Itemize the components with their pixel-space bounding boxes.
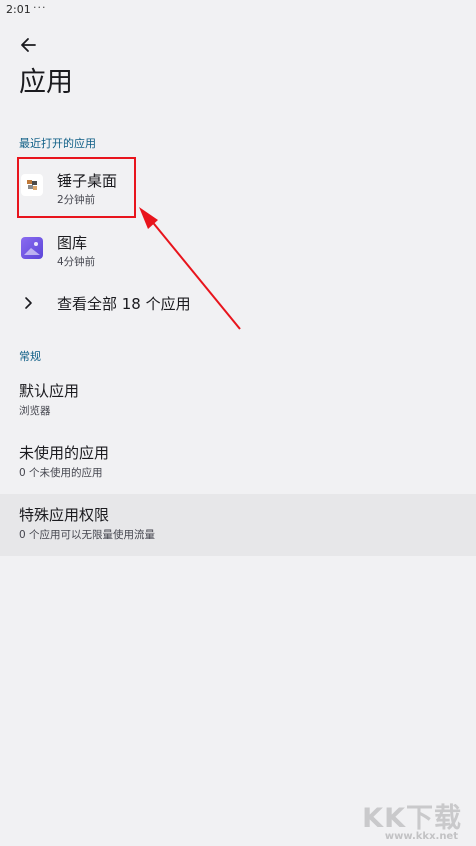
recent-app-item[interactable]: 锤子桌面 2分钟前 [0, 158, 476, 218]
watermark: KK下载 www.kkx.net [340, 796, 462, 842]
unused-apps-item[interactable]: 未使用的应用 0 个未使用的应用 [0, 432, 476, 494]
app-last-used: 4分钟前 [57, 256, 96, 268]
page-title: 应用 [19, 67, 73, 98]
pref-title: 特殊应用权限 [19, 506, 110, 524]
pref-title: 未使用的应用 [19, 444, 110, 462]
smartisan-launcher-icon [21, 174, 43, 196]
pref-summary: 0 个未使用的应用 [19, 467, 103, 479]
status-time: 2:01 [6, 3, 31, 16]
section-header-recent: 最近打开的应用 [19, 137, 96, 150]
app-last-used: 2分钟前 [57, 194, 96, 206]
default-apps-item[interactable]: 默认应用 浏览器 [0, 370, 476, 432]
special-app-access-item[interactable]: 特殊应用权限 0 个应用可以无限量使用流量 [0, 494, 476, 556]
pref-summary: 浏览器 [19, 405, 51, 417]
watermark-url: www.kkx.net [384, 831, 458, 842]
arrow-back-icon [16, 34, 42, 56]
chevron-right-icon [23, 295, 35, 315]
section-header-general: 常规 [19, 350, 41, 363]
gallery-icon [21, 237, 43, 259]
back-button[interactable] [16, 34, 42, 56]
app-name: 锤子桌面 [57, 172, 118, 190]
status-overflow-dots: ··· [33, 1, 47, 14]
status-bar: 2:01 ··· [0, 0, 476, 20]
watermark-logo: KK下载 [362, 803, 462, 834]
pref-title: 默认应用 [19, 382, 80, 400]
recent-app-item[interactable]: 图库 4分钟前 [0, 220, 476, 280]
see-all-apps-button[interactable]: 查看全部 18 个应用 [0, 282, 476, 326]
app-name: 图库 [57, 234, 88, 252]
pref-summary: 0 个应用可以无限量使用流量 [19, 529, 156, 541]
see-all-apps-label: 查看全部 18 个应用 [57, 295, 191, 313]
